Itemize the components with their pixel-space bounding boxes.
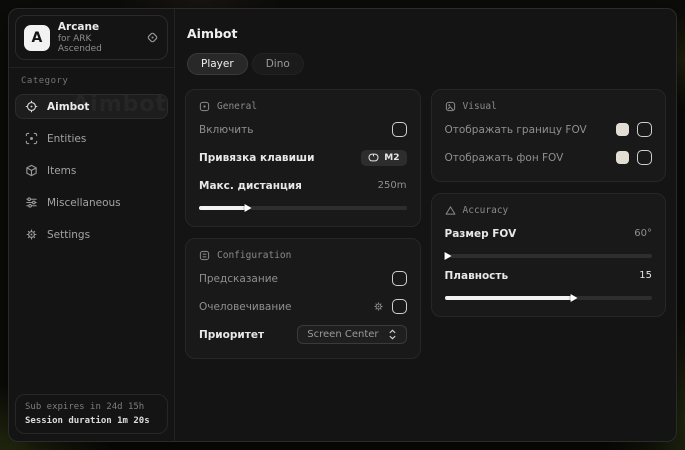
page-title: Aimbot — [187, 26, 666, 41]
sliders-icon — [24, 196, 38, 209]
sidebar-item-entities[interactable]: Entities — [15, 126, 168, 151]
tab-bar: Player Dino — [187, 53, 666, 75]
smoothness-row: Плавность 15 — [445, 265, 653, 286]
max-distance-label: Макс. дистанция — [199, 180, 302, 192]
fov-bg-color-swatch[interactable] — [616, 151, 629, 164]
triangle-icon — [445, 205, 456, 216]
sidebar: A Arcane for ARK Ascended Category — [9, 9, 175, 441]
sidebar-item-settings[interactable]: Settings — [15, 222, 168, 247]
slider-thumb[interactable] — [571, 294, 578, 302]
keybind-button[interactable]: M2 — [361, 150, 406, 166]
priority-select[interactable]: Screen Center — [297, 325, 406, 344]
sidebar-nav: Aimbot Aimbot Entities — [15, 94, 168, 247]
keybind-label: Привязка клавиши — [199, 152, 314, 164]
scan-icon — [24, 132, 38, 145]
smoothness-value: 15 — [639, 270, 652, 281]
gear-icon[interactable] — [373, 301, 384, 312]
slider-thumb[interactable] — [244, 204, 251, 212]
enable-row: Включить — [199, 119, 407, 140]
image-icon — [445, 101, 456, 112]
humanize-checkbox[interactable] — [392, 299, 407, 314]
brand-card: A Arcane for ARK Ascended — [15, 15, 168, 60]
subscription-info-card: Sub expires in 24d 15h Session duration … — [15, 394, 168, 434]
sub-expires-text: Sub expires in 24d 15h — [25, 402, 158, 412]
fov-border-label: Отображать границу FOV — [445, 124, 587, 136]
person-target-icon — [199, 101, 210, 112]
accuracy-card: Accuracy Размер FOV 60° Плавность 15 — [431, 193, 667, 317]
divider — [9, 67, 174, 68]
sidebar-item-items[interactable]: Items — [15, 158, 168, 183]
slider-thumb[interactable] — [444, 252, 451, 260]
humanize-row: Очеловечивание — [199, 296, 407, 317]
sidebar-item-label: Settings — [47, 229, 90, 241]
sidebar-item-label: Items — [47, 165, 76, 177]
crosshair-icon — [24, 100, 38, 113]
category-label: Category — [21, 76, 162, 86]
card-title: Visual — [463, 101, 497, 112]
max-distance-value: 250m — [378, 180, 407, 191]
app-window: A Arcane for ARK Ascended Category — [8, 8, 677, 442]
card-title: Accuracy — [463, 205, 509, 216]
humanize-label: Очеловечивание — [199, 301, 292, 313]
fov-bg-checkbox[interactable] — [637, 150, 652, 165]
brand-logo: A — [24, 25, 50, 51]
fov-border-row: Отображать границу FOV — [445, 119, 653, 140]
tune-icon — [199, 250, 210, 261]
enable-checkbox[interactable] — [392, 122, 407, 137]
sidebar-item-miscellaneous[interactable]: Miscellaneous — [15, 190, 168, 215]
sidebar-item-aimbot[interactable]: Aimbot Aimbot — [15, 94, 168, 119]
gear-icon — [24, 228, 38, 241]
keybind-row: Привязка клавиши M2 — [199, 147, 407, 168]
smoothness-slider[interactable] — [445, 296, 653, 300]
prediction-checkbox[interactable] — [392, 271, 407, 286]
max-distance-slider[interactable] — [199, 206, 407, 210]
general-card: General Включить Привязка клавиши — [185, 89, 421, 227]
visual-card: Visual Отображать границу FOV Отображать… — [431, 89, 667, 182]
card-grid: General Включить Привязка клавиши — [185, 89, 666, 359]
main-content: Aimbot Player Dino General — [175, 9, 676, 441]
priority-label: Приоритет — [199, 329, 264, 341]
sidebar-item-label: Entities — [47, 133, 86, 145]
card-title: General — [217, 101, 257, 112]
enable-label: Включить — [199, 124, 253, 136]
fov-size-label: Размер FOV — [445, 228, 517, 240]
smoothness-label: Плавность — [445, 270, 509, 282]
fov-border-checkbox[interactable] — [637, 122, 652, 137]
keybind-value: M2 — [384, 153, 399, 163]
tab-dino[interactable]: Dino — [252, 53, 304, 75]
card-title: Configuration — [217, 250, 291, 261]
mouse-icon — [368, 153, 379, 162]
prediction-row: Предсказание — [199, 268, 407, 289]
brand-subtitle: for ARK Ascended — [58, 34, 138, 54]
sidebar-item-label: Miscellaneous — [47, 197, 121, 209]
sidebar-item-label: Aimbot — [47, 101, 89, 113]
unfold-chevrons-icon — [388, 329, 397, 340]
prediction-label: Предсказание — [199, 273, 278, 285]
max-distance-row: Макс. дистанция 250m — [199, 175, 407, 196]
box-icon — [24, 164, 38, 177]
fov-bg-label: Отображать фон FOV — [445, 152, 564, 164]
fov-size-row: Размер FOV 60° — [445, 223, 653, 244]
fov-size-value: 60° — [634, 228, 652, 239]
fov-border-color-swatch[interactable] — [616, 123, 629, 136]
brand-name: Arcane — [58, 21, 138, 33]
fov-size-slider[interactable] — [445, 254, 653, 258]
diamond-target-icon[interactable] — [146, 31, 159, 44]
priority-row: Приоритет Screen Center — [199, 324, 407, 345]
configuration-card: Configuration Предсказание Очеловечивани… — [185, 238, 421, 359]
priority-value: Screen Center — [307, 329, 378, 340]
session-duration-text: Session duration 1m 20s — [25, 416, 158, 426]
fov-bg-row: Отображать фон FOV — [445, 147, 653, 168]
tab-player[interactable]: Player — [187, 53, 248, 75]
